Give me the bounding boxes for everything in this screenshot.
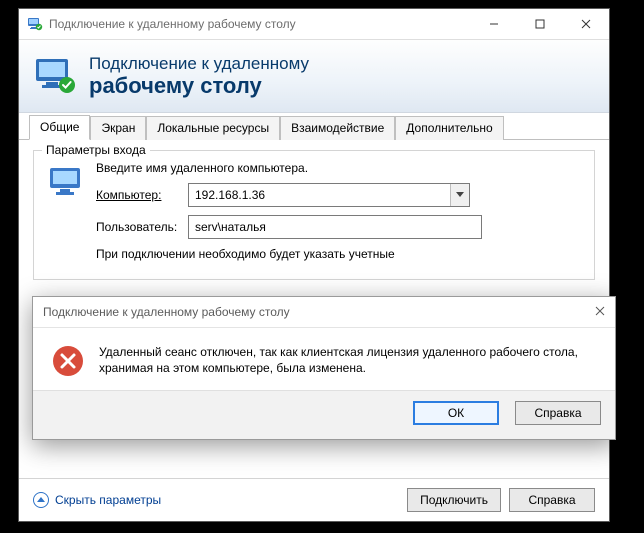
banner-line1: Подключение к удаленному: [89, 54, 309, 74]
connect-button[interactable]: Подключить: [407, 488, 501, 512]
login-group: Параметры входа Введите имя удаленного к…: [33, 150, 595, 280]
tab-local-resources[interactable]: Локальные ресурсы: [146, 116, 280, 140]
window-title: Подключение к удаленному рабочему столу: [49, 17, 471, 31]
dialog-titlebar[interactable]: Подключение к удаленному рабочему столу: [33, 297, 615, 327]
titlebar[interactable]: Подключение к удаленному рабочему столу: [19, 9, 609, 40]
collapse-options-label: Скрыть параметры: [55, 493, 161, 507]
login-hint: Введите имя удаленного компьютера.: [96, 161, 582, 175]
banner: Подключение к удаленному рабочему столу: [19, 40, 609, 113]
tab-experience[interactable]: Взаимодействие: [280, 116, 395, 140]
app-icon: [27, 16, 43, 32]
credentials-note: При подключении необходимо будет указать…: [96, 247, 582, 261]
error-dialog: Подключение к удаленному рабочему столу …: [32, 296, 616, 440]
minimize-button[interactable]: [471, 9, 517, 39]
help-button[interactable]: Справка: [509, 488, 595, 512]
monitor-icon: [46, 163, 86, 203]
tabstrip: Общие Экран Локальные ресурсы Взаимодейс…: [19, 113, 609, 140]
client-area: Параметры входа Введите имя удаленного к…: [19, 140, 609, 280]
login-group-title: Параметры входа: [42, 143, 150, 157]
close-button[interactable]: [563, 9, 609, 39]
error-icon: [51, 344, 85, 378]
chevron-up-icon: [33, 492, 49, 508]
collapse-options-link[interactable]: Скрыть параметры: [33, 492, 161, 508]
main-footer: Скрыть параметры Подключить Справка: [19, 478, 609, 521]
computer-input[interactable]: [189, 184, 450, 206]
dialog-message: Удаленный сеанс отключен, так как клиент…: [99, 344, 597, 378]
dialog-title: Подключение к удаленному рабочему столу: [43, 305, 595, 319]
dialog-ok-button[interactable]: ОК: [413, 401, 499, 425]
banner-text: Подключение к удаленному рабочему столу: [89, 54, 309, 99]
computer-combobox[interactable]: [188, 183, 470, 207]
dialog-help-button[interactable]: Справка: [515, 401, 601, 425]
maximize-button[interactable]: [517, 9, 563, 39]
tab-display[interactable]: Экран: [90, 116, 146, 140]
user-input[interactable]: [188, 215, 482, 239]
rdp-main-window: Подключение к удаленному рабочему столу …: [18, 8, 610, 522]
tab-general[interactable]: Общие: [29, 115, 90, 140]
dialog-close-button[interactable]: [595, 305, 605, 319]
user-label: Пользователь:: [96, 220, 188, 234]
computer-label: Компьютер:: [96, 188, 188, 202]
rdp-banner-icon: [33, 56, 79, 96]
banner-line2: рабочему столу: [89, 73, 309, 98]
chevron-down-icon[interactable]: [450, 184, 469, 206]
dialog-footer: ОК Справка: [33, 390, 615, 439]
tab-advanced[interactable]: Дополнительно: [395, 116, 503, 140]
